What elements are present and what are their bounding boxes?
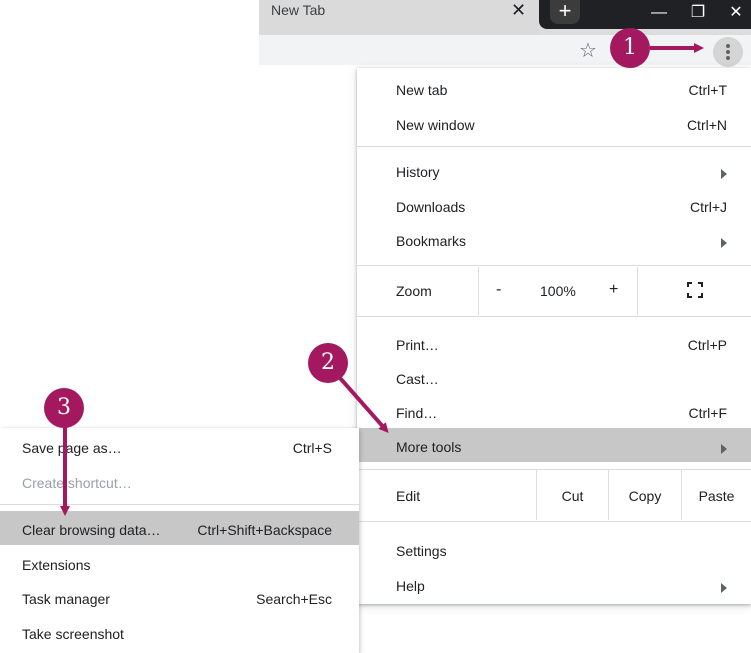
- menu-item-label: Help: [396, 578, 425, 594]
- menu-item-label: New window: [396, 117, 475, 133]
- submenu-arrow-icon: [721, 444, 727, 454]
- window-caption: + — ❐ ✕: [539, 0, 751, 29]
- step-marker-1: 1: [610, 28, 650, 68]
- submenu-item-label: Task manager: [22, 591, 110, 607]
- step-marker-2: 2: [308, 343, 348, 383]
- submenu-item-label: Save page as…: [22, 440, 122, 456]
- zoom-in-button[interactable]: +: [609, 281, 618, 299]
- submenu-arrow-icon: [721, 238, 727, 248]
- bookmark-star-icon[interactable]: ☆: [579, 38, 597, 63]
- zoom-label: Zoom: [396, 283, 432, 299]
- menu-item-downloads[interactable]: Downloads Ctrl+J: [357, 188, 751, 222]
- menu-item-label: Find…: [396, 405, 438, 421]
- menu-item-label: Bookmarks: [396, 233, 467, 249]
- menu-item-label: Cast…: [396, 371, 439, 387]
- edit-row: Edit Cut Copy Paste: [357, 470, 751, 520]
- restore-icon[interactable]: ❐: [686, 2, 710, 24]
- menu-item-new-window[interactable]: New window Ctrl+N: [357, 106, 751, 140]
- submenu-item-extensions[interactable]: Extensions: [0, 546, 359, 580]
- more-tools-submenu: Save page as… Ctrl+S Create shortcut… Cl…: [0, 428, 359, 653]
- tab-title: New Tab: [271, 2, 326, 18]
- cut-button[interactable]: Cut: [537, 488, 608, 504]
- submenu-item-task-manager[interactable]: Task manager Search+Esc: [0, 580, 359, 614]
- submenu-item-label: Create shortcut…: [22, 475, 132, 491]
- edit-label: Edit: [396, 488, 421, 504]
- submenu-item-shortcut: Ctrl+Shift+Backspace: [197, 522, 332, 538]
- submenu-separator: [0, 504, 359, 505]
- menu-item-shortcut: Ctrl+J: [690, 199, 727, 215]
- submenu-item-save-page[interactable]: Save page as… Ctrl+S: [0, 429, 359, 463]
- tab-new-tab[interactable]: New Tab ✕: [259, 0, 539, 35]
- chrome-menu-button[interactable]: [713, 37, 743, 67]
- menu-item-label: Downloads: [396, 199, 466, 215]
- minimize-icon[interactable]: —: [647, 2, 671, 24]
- menu-item-cast[interactable]: Cast…: [357, 360, 751, 394]
- menu-item-find[interactable]: Find… Ctrl+F: [357, 394, 751, 428]
- submenu-item-label: Take screenshot: [22, 626, 124, 642]
- menu-item-settings[interactable]: Settings: [357, 532, 751, 566]
- submenu-item-take-screenshot[interactable]: Take screenshot: [0, 615, 359, 649]
- kebab-dot: [726, 56, 730, 60]
- menu-separator: [357, 521, 751, 522]
- submenu-item-shortcut: Ctrl+S: [292, 440, 332, 456]
- toolbar: ☆: [259, 35, 751, 67]
- zoom-out-button[interactable]: -: [496, 281, 501, 299]
- zoom-divider: [478, 267, 479, 315]
- zoom-level: 100%: [540, 283, 576, 299]
- window-close-icon[interactable]: ✕: [724, 2, 748, 24]
- paste-button[interactable]: Paste: [682, 488, 751, 504]
- menu-item-more-tools[interactable]: More tools: [357, 428, 751, 462]
- menu-item-help[interactable]: Help: [357, 567, 751, 601]
- menu-item-shortcut: Ctrl+P: [687, 337, 727, 353]
- menu-item-bookmarks[interactable]: Bookmarks: [357, 222, 751, 256]
- submenu-arrow-icon: [721, 169, 727, 179]
- kebab-dot: [726, 44, 730, 48]
- menu-item-shortcut: Ctrl+F: [688, 405, 728, 421]
- menu-item-shortcut: Ctrl+N: [686, 117, 727, 133]
- submenu-arrow-icon: [721, 583, 727, 593]
- zoom-row: Zoom - 100% +: [357, 267, 751, 315]
- submenu-item-create-shortcut: Create shortcut…: [0, 464, 359, 498]
- menu-item-shortcut: Ctrl+T: [688, 82, 728, 98]
- chrome-menu: New tab Ctrl+T New window Ctrl+N History…: [357, 68, 751, 604]
- menu-separator: [357, 146, 751, 147]
- submenu-item-shortcut: Search+Esc: [256, 591, 332, 607]
- menu-item-label: History: [396, 164, 440, 180]
- submenu-item-clear-browsing-data[interactable]: Clear browsing data… Ctrl+Shift+Backspac…: [0, 511, 359, 545]
- fullscreen-icon[interactable]: [687, 282, 703, 298]
- submenu-item-label: Extensions: [22, 557, 91, 573]
- menu-item-label: Settings: [396, 543, 447, 559]
- menu-item-label: More tools: [396, 439, 462, 455]
- menu-item-label: New tab: [396, 82, 448, 98]
- menu-separator: [357, 316, 751, 317]
- zoom-divider: [637, 267, 638, 315]
- step-marker-3: 3: [44, 388, 84, 428]
- kebab-dot: [726, 50, 730, 54]
- menu-item-label: Print…: [396, 337, 439, 353]
- menu-separator: [357, 265, 751, 266]
- menu-item-print[interactable]: Print… Ctrl+P: [357, 326, 751, 360]
- menu-item-new-tab[interactable]: New tab Ctrl+T: [357, 71, 751, 105]
- new-tab-button[interactable]: +: [550, 0, 580, 24]
- tab-close-icon[interactable]: ✕: [511, 0, 526, 21]
- submenu-item-label: Clear browsing data…: [22, 522, 161, 538]
- menu-item-history[interactable]: History: [357, 153, 751, 187]
- copy-button[interactable]: Copy: [609, 488, 681, 504]
